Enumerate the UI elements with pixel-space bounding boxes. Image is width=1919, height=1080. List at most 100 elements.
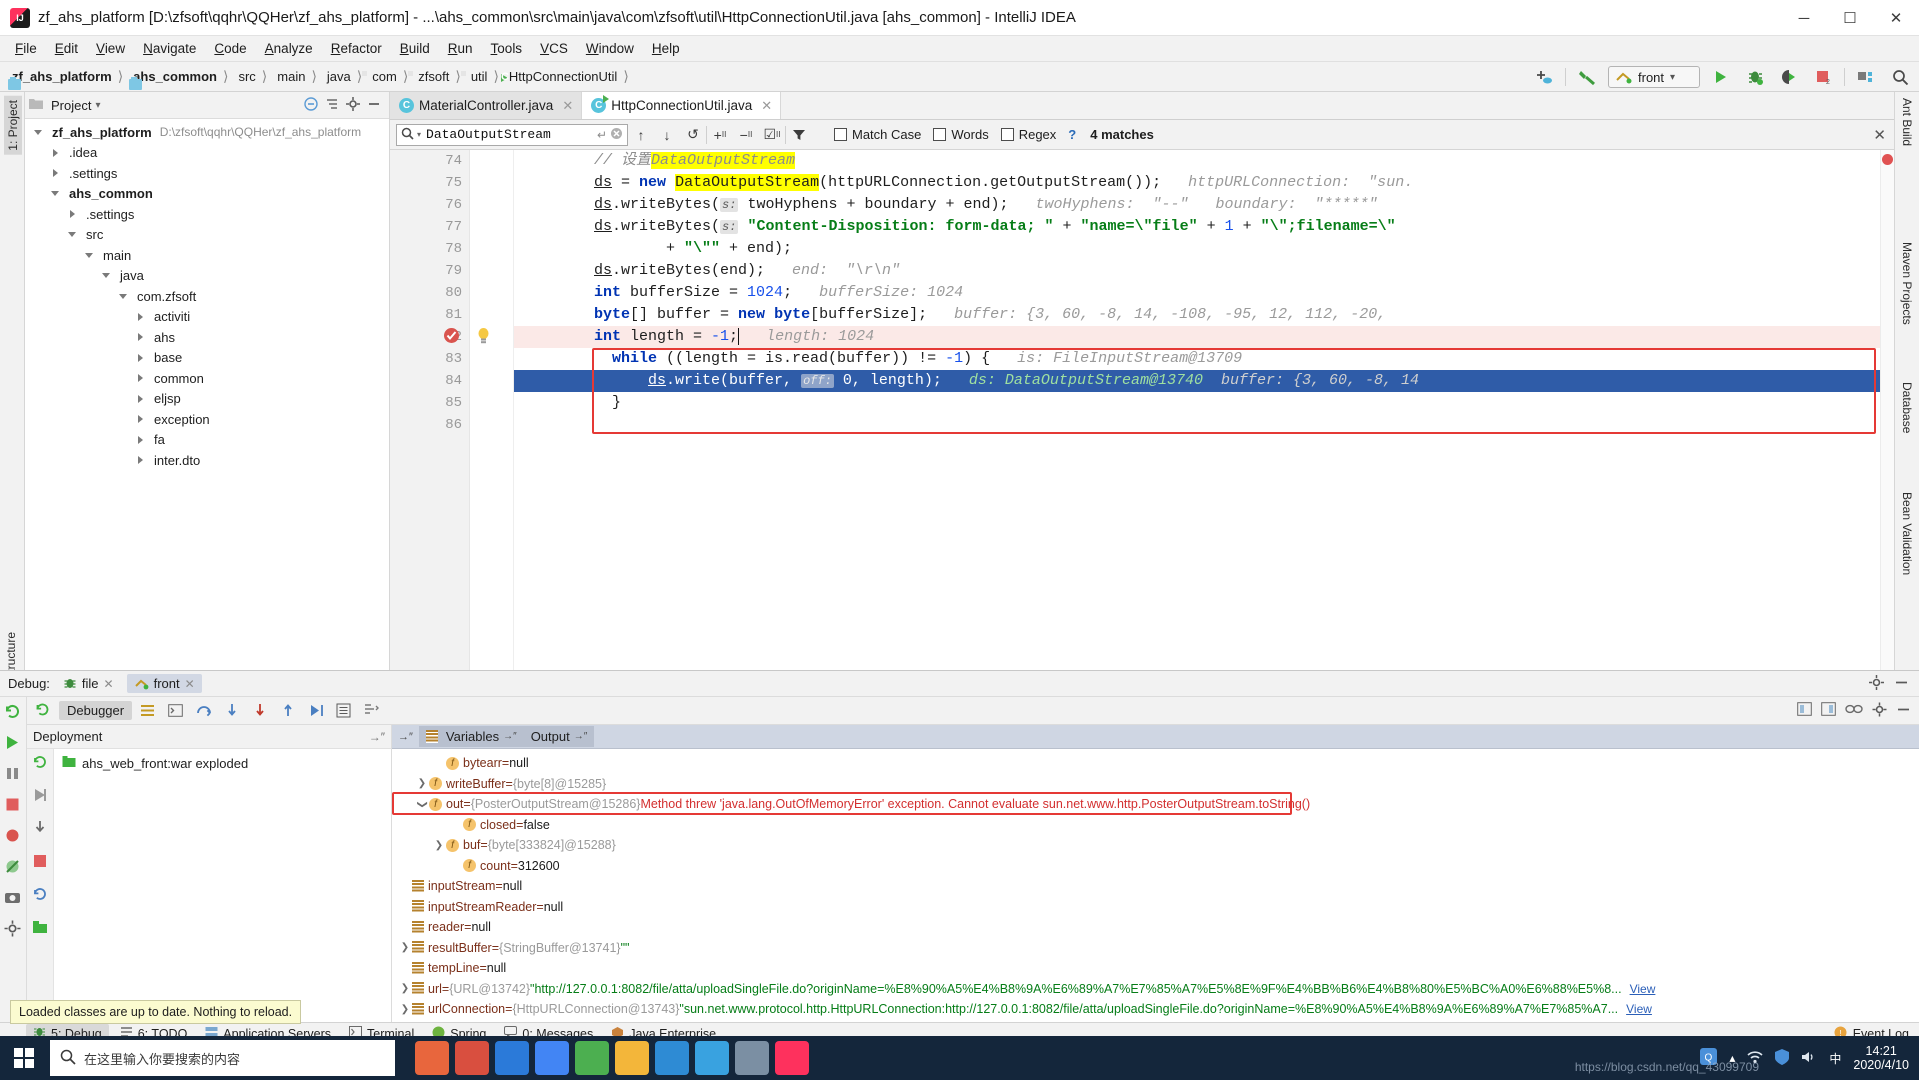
- variable-row[interactable]: inputStream = null: [392, 876, 1919, 897]
- settings-gear-icon[interactable]: [1872, 702, 1887, 720]
- link-icon[interactable]: [1845, 703, 1863, 718]
- line-number[interactable]: 83: [390, 348, 469, 370]
- deployment-item[interactable]: ahs_web_front:war exploded: [54, 753, 391, 773]
- checkbox-box[interactable]: [933, 128, 947, 141]
- layout-icon[interactable]: [359, 700, 384, 722]
- menu-item-file[interactable]: File: [6, 38, 46, 59]
- collapse-all-icon[interactable]: [304, 96, 318, 114]
- ime-icon[interactable]: 中: [1829, 1050, 1841, 1067]
- stop-icon[interactable]: [4, 796, 22, 814]
- code-line[interactable]: + "\"" + end);: [514, 238, 1894, 260]
- force-step-into-icon[interactable]: [247, 700, 272, 722]
- taskbar-search[interactable]: 在这里输入你要搜索的内容: [50, 1040, 395, 1076]
- hide-icon[interactable]: [1896, 702, 1911, 720]
- breadcrumb-com[interactable]: com ⟩: [364, 65, 410, 89]
- intention-bulb-icon[interactable]: [476, 327, 491, 348]
- code-line[interactable]: ds.writeBytes(s: twoHyphens + boundary +…: [514, 194, 1894, 216]
- chevron-right-icon[interactable]: [50, 168, 61, 179]
- tree-node[interactable]: .idea: [25, 143, 389, 164]
- search-history-chevron-icon[interactable]: ▾: [417, 130, 421, 139]
- close-icon[interactable]: ✕: [104, 677, 114, 691]
- tree-node[interactable]: src: [25, 225, 389, 246]
- find-next-icon[interactable]: ↓: [654, 123, 680, 147]
- line-number[interactable]: 78: [390, 238, 469, 260]
- taskbar-intellij-icon[interactable]: [775, 1041, 809, 1075]
- close-button[interactable]: ✕: [1873, 0, 1919, 36]
- chevron-right-icon[interactable]: ❯: [398, 983, 412, 994]
- variable-row[interactable]: ❯ writeBuffer = {byte[8]@15285}: [392, 774, 1919, 795]
- chevron-right-icon[interactable]: [67, 209, 78, 220]
- filter-icon[interactable]: [786, 123, 812, 147]
- menu-item-tools[interactable]: Tools: [482, 38, 532, 59]
- select-all-occurrences-icon[interactable]: ↺: [680, 123, 706, 147]
- menu-item-view[interactable]: View: [87, 38, 134, 59]
- code-line[interactable]: while ((length = is.read(buffer)) != -1)…: [514, 348, 1894, 370]
- close-find-icon[interactable]: ✕: [1873, 126, 1886, 144]
- deploy-stop-icon[interactable]: [32, 853, 48, 872]
- editor-tab-httpconnectionutil-java[interactable]: HttpConnectionUtil.java ✕: [582, 92, 782, 119]
- code-line[interactable]: int bufferSize = 1024; bufferSize: 1024: [514, 282, 1894, 304]
- taskbar-photos-icon[interactable]: [735, 1041, 769, 1075]
- tree-node[interactable]: main: [25, 245, 389, 266]
- code-line[interactable]: }: [514, 392, 1894, 414]
- menu-item-refactor[interactable]: Refactor: [322, 38, 391, 59]
- chevron-right-icon[interactable]: [50, 147, 61, 158]
- view-link[interactable]: View: [1626, 1002, 1652, 1016]
- window-controls[interactable]: ─ ☐ ✕: [1781, 0, 1919, 36]
- editor-tab-materialcontroller-java[interactable]: MaterialController.java ✕: [390, 92, 583, 119]
- tree-node[interactable]: common: [25, 368, 389, 389]
- variable-row[interactable]: ❯ out = {PosterOutputStream@15286} Method…: [392, 794, 1919, 815]
- line-number[interactable]: 80: [390, 282, 469, 304]
- build-hammer-icon[interactable]: [1574, 65, 1600, 89]
- variable-row[interactable]: inputStreamReader = null: [392, 897, 1919, 918]
- search-input-wrapper[interactable]: ▾ ↵: [396, 123, 628, 146]
- line-number[interactable]: 79: [390, 260, 469, 282]
- evaluate-expression-icon[interactable]: [331, 700, 356, 722]
- error-stripe-icon[interactable]: [1882, 154, 1893, 165]
- breadcrumb-httpconnectionutil[interactable]: HttpConnectionUtil ⟩: [500, 65, 631, 89]
- hide-icon[interactable]: [1894, 675, 1909, 693]
- tree-node[interactable]: inter.dto: [25, 450, 389, 471]
- sidebar-item-database[interactable]: Database: [1900, 382, 1914, 433]
- breakpoint-icon[interactable]: [444, 328, 459, 343]
- taskbar-note-icon[interactable]: [655, 1041, 689, 1075]
- checkbox-box[interactable]: [1000, 128, 1014, 141]
- match-case-checkbox[interactable]: Match Case: [834, 127, 921, 142]
- code-line[interactable]: ds = new DataOutputStream(httpURLConnect…: [514, 172, 1894, 194]
- taskbar-youdao-icon[interactable]: [455, 1041, 489, 1075]
- tree-node[interactable]: activiti: [25, 307, 389, 328]
- find-help-icon[interactable]: ?: [1068, 127, 1076, 142]
- chevron-down-icon[interactable]: [84, 250, 95, 261]
- menu-item-vcs[interactable]: VCS: [531, 38, 577, 59]
- expand-all-icon[interactable]: [325, 97, 339, 114]
- settings-icon[interactable]: [4, 920, 22, 938]
- menu-item-analyze[interactable]: Analyze: [256, 38, 322, 59]
- line-number[interactable]: 81: [390, 304, 469, 326]
- add-configuration-icon[interactable]: [1531, 65, 1557, 89]
- camera-icon[interactable]: [4, 889, 22, 907]
- step-into-icon[interactable]: [219, 700, 244, 722]
- chevron-right-icon[interactable]: ❯: [398, 1004, 412, 1015]
- breadcrumb-java[interactable]: java ⟩: [319, 65, 364, 89]
- tab-debugger[interactable]: Debugger: [59, 701, 133, 720]
- taskbar-cortana-icon[interactable]: [415, 1041, 449, 1075]
- taskbar-chrome-icon[interactable]: [535, 1041, 569, 1075]
- tree-node[interactable]: zf_ahs_platform D:\zfsoft\qqhr\QQHer\zf_a…: [25, 122, 389, 143]
- project-structure-icon[interactable]: [1853, 65, 1879, 89]
- variable-row[interactable]: ❯ url = {URL@13742} "http://127.0.0.1:808…: [392, 979, 1919, 1000]
- variable-row[interactable]: ❯ urlConnection = {HttpURLConnection@1374…: [392, 999, 1919, 1020]
- chevron-right-icon[interactable]: ❯: [432, 840, 446, 851]
- tree-node[interactable]: exception: [25, 409, 389, 430]
- code-line[interactable]: int length = -1; length: 1024: [514, 326, 1894, 348]
- settings-gear-icon[interactable]: [346, 96, 360, 114]
- tab-output[interactable]: Output →″: [523, 726, 595, 747]
- run-configuration-selector[interactable]: front ▾: [1608, 66, 1700, 88]
- line-number[interactable]: 74: [390, 150, 469, 172]
- close-icon[interactable]: ✕: [761, 98, 772, 114]
- maximize-button[interactable]: ☐: [1827, 0, 1873, 36]
- remove-selection-icon[interactable]: − II: [733, 123, 759, 147]
- sidebar-item-maven[interactable]: Maven Projects: [1900, 242, 1914, 325]
- tree-node[interactable]: java: [25, 266, 389, 287]
- tree-node[interactable]: .settings: [25, 163, 389, 184]
- variable-row[interactable]: closed = false: [392, 815, 1919, 836]
